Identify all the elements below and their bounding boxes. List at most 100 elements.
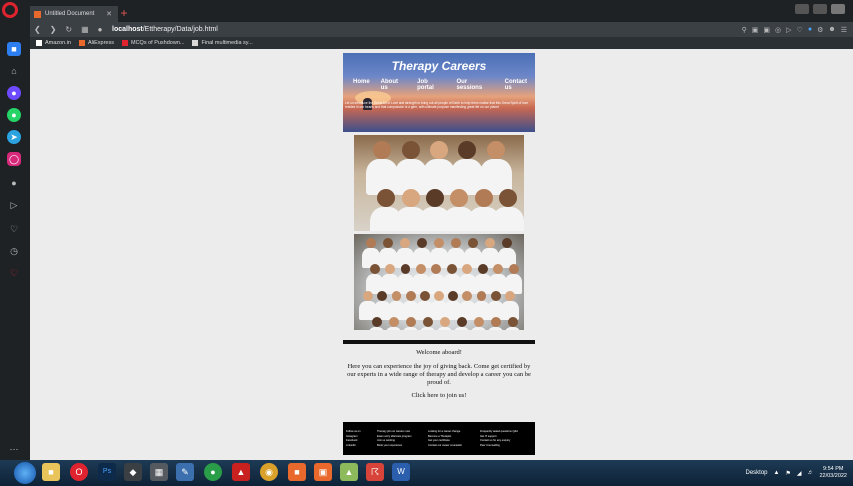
opera-taskbar-icon[interactable]: O bbox=[70, 463, 88, 481]
app-icon[interactable]: ◆ bbox=[124, 463, 142, 481]
maximize-button[interactable] bbox=[813, 4, 827, 14]
nav-about-us[interactable]: About us bbox=[381, 79, 406, 91]
settings-icon[interactable]: ⚙ bbox=[817, 26, 823, 34]
nav-contact-us[interactable]: Contact us bbox=[505, 79, 535, 91]
photoshop-icon[interactable]: Ps bbox=[98, 463, 116, 481]
chrome-icon[interactable]: ● bbox=[204, 463, 222, 481]
photo-person-head bbox=[468, 238, 478, 248]
browser-tab[interactable]: Untitled Document ✕ bbox=[30, 6, 118, 22]
instagram-icon[interactable]: ◯ bbox=[7, 152, 21, 166]
search-icon[interactable]: ⚲ bbox=[742, 26, 747, 34]
opera-logo-icon[interactable] bbox=[2, 2, 18, 18]
snapshot-icon[interactable]: ▣ bbox=[752, 26, 759, 34]
tabs-grid-icon[interactable]: ▦ bbox=[81, 25, 89, 34]
nav-our-sessions[interactable]: Our sessions bbox=[456, 79, 493, 91]
photo-person-head bbox=[504, 290, 515, 301]
start-button[interactable] bbox=[14, 462, 36, 484]
photo-person-head bbox=[490, 290, 501, 301]
app-icon[interactable]: ▦ bbox=[150, 463, 168, 481]
speed-dial-icon[interactable]: ■ bbox=[7, 42, 21, 56]
bookmark-item[interactable]: Amazon.in bbox=[36, 40, 71, 46]
flow-sidebar-icon[interactable]: ▷ bbox=[7, 198, 21, 212]
photo-person-head bbox=[430, 141, 448, 159]
file-explorer-icon[interactable]: ■ bbox=[42, 463, 60, 481]
minimize-button[interactable] bbox=[795, 4, 809, 14]
footer-link[interactable]: Contact our career counsellor bbox=[428, 444, 474, 449]
footer-column: Therapy job our careers now Exam entry a… bbox=[377, 430, 423, 448]
photo-person-head bbox=[400, 238, 410, 248]
photo-person-head bbox=[377, 189, 396, 207]
photo-person-body bbox=[418, 327, 437, 330]
photo-person-head bbox=[462, 264, 473, 275]
photo-person-body bbox=[452, 327, 471, 330]
footer-link[interactable]: Peer Counselling bbox=[480, 444, 526, 449]
app-icon[interactable]: ✎ bbox=[176, 463, 194, 481]
home-icon[interactable]: ⌂ bbox=[7, 64, 21, 78]
photo-person-head bbox=[419, 290, 430, 301]
reload-icon[interactable]: ↻ bbox=[65, 25, 72, 34]
photo-person-head bbox=[391, 290, 402, 301]
app-icon[interactable]: ▲ bbox=[340, 463, 358, 481]
flag-icon[interactable]: ⚑ bbox=[785, 470, 790, 477]
url-field[interactable]: localhost/Ettherapy/Data/job.html bbox=[112, 22, 218, 37]
account-icon[interactable]: ☻ bbox=[828, 26, 835, 33]
pinboard-icon[interactable]: ♡ bbox=[7, 266, 21, 280]
word-icon[interactable]: W bbox=[392, 463, 410, 481]
history-icon[interactable]: ◷ bbox=[7, 244, 21, 258]
photo-person-head bbox=[502, 238, 512, 248]
photo-person-body bbox=[469, 327, 488, 330]
photo-person-body bbox=[384, 327, 403, 330]
back-icon[interactable]: ❮ bbox=[34, 25, 41, 34]
vpn-icon[interactable]: ◎ bbox=[775, 26, 781, 34]
app-icon[interactable]: ☈ bbox=[366, 463, 384, 481]
bookmark-icon bbox=[36, 40, 42, 46]
extension-icon[interactable]: ● bbox=[808, 26, 812, 33]
bookmark-item[interactable]: Final multimedia sy... bbox=[192, 40, 253, 46]
messenger-icon[interactable]: ● bbox=[7, 86, 21, 100]
tray-expand-icon[interactable]: ▲ bbox=[774, 470, 780, 476]
photo-person-head bbox=[451, 238, 461, 248]
close-window-button[interactable] bbox=[831, 4, 845, 14]
photo-person-body bbox=[367, 327, 386, 330]
bookmark-label: MCQs of Pushdown... bbox=[130, 40, 185, 46]
nav-job-portal[interactable]: Job portal bbox=[417, 79, 445, 91]
camera-icon[interactable]: ▣ bbox=[763, 26, 770, 34]
site-nav: Home About us Job portal Our sessions Co… bbox=[353, 79, 535, 91]
photo-person-head bbox=[405, 317, 416, 328]
forward-icon[interactable]: ❯ bbox=[50, 25, 57, 34]
photo-person-head bbox=[425, 189, 444, 207]
tab-close-icon[interactable]: ✕ bbox=[106, 10, 112, 18]
more-icon[interactable]: ⋯ bbox=[7, 442, 21, 456]
desktop-label[interactable]: Desktop bbox=[745, 470, 767, 476]
acrobat-icon[interactable]: ▲ bbox=[232, 463, 250, 481]
app-icon[interactable]: ◉ bbox=[260, 463, 278, 481]
banner-text: Let us introduce the Great Art of Love a… bbox=[345, 101, 529, 109]
heart-icon[interactable]: ♡ bbox=[797, 26, 803, 34]
photo-person-body bbox=[435, 327, 454, 330]
favorites-icon[interactable]: ♡ bbox=[7, 222, 21, 236]
photo-person-head bbox=[366, 238, 376, 248]
volume-icon[interactable]: ♬ bbox=[807, 470, 813, 476]
photo-person-head bbox=[431, 264, 442, 275]
footer-link[interactable]: Book your experience bbox=[377, 444, 423, 449]
bookmark-item[interactable]: AliExpress bbox=[79, 40, 114, 46]
whatsapp-icon[interactable]: ● bbox=[7, 108, 21, 122]
player-icon[interactable]: ● bbox=[7, 176, 21, 190]
menu-icon[interactable]: ☰ bbox=[841, 26, 847, 34]
bookmark-item[interactable]: MCQs of Pushdown... bbox=[121, 40, 185, 46]
photo-person-head bbox=[507, 317, 518, 328]
flow-icon[interactable]: ▷ bbox=[786, 26, 791, 34]
nav-home[interactable]: Home bbox=[353, 79, 370, 91]
photo-person-head bbox=[508, 264, 519, 275]
telegram-icon[interactable]: ➤ bbox=[7, 130, 21, 144]
photo-person-head bbox=[434, 290, 444, 301]
join-link[interactable]: Click here to join us! bbox=[343, 392, 535, 399]
app-icon[interactable]: ■ bbox=[288, 463, 306, 481]
network-icon[interactable]: ◢ bbox=[797, 470, 802, 477]
new-tab-button[interactable]: + bbox=[118, 6, 130, 20]
app-icon[interactable]: ▣ bbox=[314, 463, 332, 481]
site-info-icon[interactable]: ● bbox=[98, 25, 103, 34]
clock[interactable]: 9:54 PM 22/03/2022 bbox=[819, 466, 847, 480]
photo-person-head bbox=[486, 141, 505, 159]
photo-person-head bbox=[474, 189, 493, 207]
